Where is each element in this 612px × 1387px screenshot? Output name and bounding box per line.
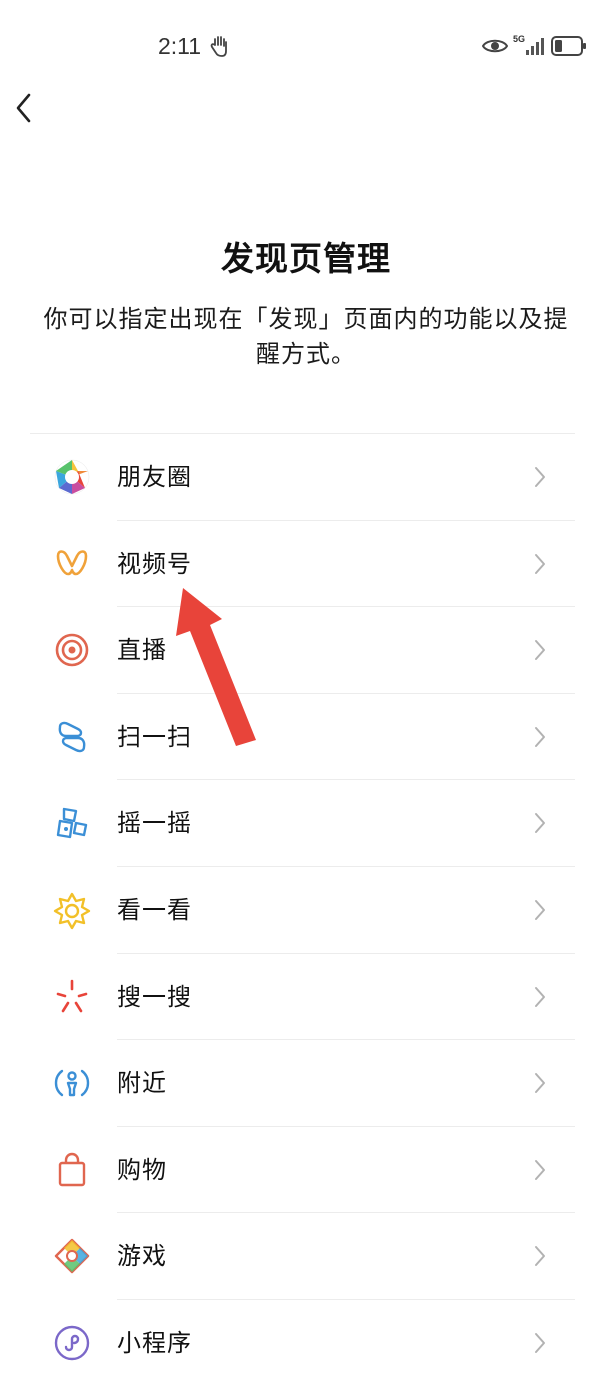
list-item-channels[interactable]: 视频号 <box>0 521 612 608</box>
list-item-label: 附近 <box>117 1069 167 1098</box>
chevron-right-icon <box>535 1159 545 1180</box>
list-item-shopping[interactable]: 购物 <box>0 1127 612 1214</box>
hand-icon <box>210 36 227 57</box>
chevron-right-icon <box>535 986 545 1007</box>
status-time: 2:11 <box>158 33 202 59</box>
chevron-right-icon <box>535 553 545 574</box>
top-stories-icon <box>53 892 91 930</box>
back-button[interactable] <box>10 90 46 126</box>
chevron-right-icon <box>535 467 545 487</box>
list-item-label: 游戏 <box>117 1242 167 1271</box>
list-item-shake[interactable]: 摇一摇 <box>0 780 612 867</box>
list-item-nearby[interactable]: 附近 <box>0 1040 612 1127</box>
list-item-label: 小程序 <box>117 1328 192 1357</box>
scan-icon <box>58 721 86 752</box>
shopping-bag-icon <box>58 1152 86 1186</box>
page-description: 你可以指定出现在「发现」页面内的功能以及提醒方式。 <box>43 305 569 368</box>
list-item-label: 搜一搜 <box>117 982 192 1011</box>
chevron-right-icon <box>535 1332 545 1353</box>
list-item-label: 扫一扫 <box>117 722 192 751</box>
list-item-live[interactable]: 直播 <box>0 607 612 694</box>
page-title: 发现页管理 <box>221 239 391 278</box>
signal-icon <box>526 38 544 55</box>
list-item-label: 看一看 <box>117 895 192 924</box>
mini-programs-icon <box>54 1325 90 1361</box>
list-item-label: 购物 <box>117 1155 167 1184</box>
chevron-right-icon <box>535 813 545 834</box>
nearby-icon <box>54 1069 90 1097</box>
shake-icon <box>56 808 88 839</box>
eye-icon <box>482 39 508 53</box>
battery-icon <box>551 36 586 56</box>
chevron-right-icon <box>535 1246 545 1267</box>
list-item-search[interactable]: 搜一搜 <box>0 954 612 1041</box>
list-item-label: 直播 <box>117 636 167 665</box>
list-item-label: 朋友圈 <box>117 463 192 491</box>
status-bar: 2:11 5G <box>0 0 612 92</box>
network-type: 5G <box>513 34 526 44</box>
chevron-left-icon <box>16 93 31 123</box>
list-item-top-stories[interactable]: 看一看 <box>0 867 612 954</box>
live-icon <box>55 633 89 667</box>
list-item-scan[interactable]: 扫一扫 <box>0 694 612 781</box>
moments-icon <box>54 459 90 495</box>
list-item-games[interactable]: 游戏 <box>0 1213 612 1300</box>
list-item-label: 摇一摇 <box>117 809 192 838</box>
list-item-label: 视频号 <box>117 549 192 578</box>
search-icon <box>56 979 88 1012</box>
list-item-moments[interactable]: 朋友圈 <box>0 434 612 521</box>
list-item-mini-programs[interactable]: 小程序 <box>0 1300 612 1387</box>
chevron-right-icon <box>535 899 545 920</box>
games-icon <box>54 1239 90 1274</box>
chevron-right-icon <box>535 726 545 747</box>
channels-icon <box>56 549 88 575</box>
chevron-right-icon <box>535 1073 545 1094</box>
discover-feature-list: 朋友圈 视频号 直播 扫一扫 摇一摇 看一看 搜一搜 附近 购物 游戏 小程序 <box>0 434 612 1387</box>
chevron-right-icon <box>535 640 545 661</box>
